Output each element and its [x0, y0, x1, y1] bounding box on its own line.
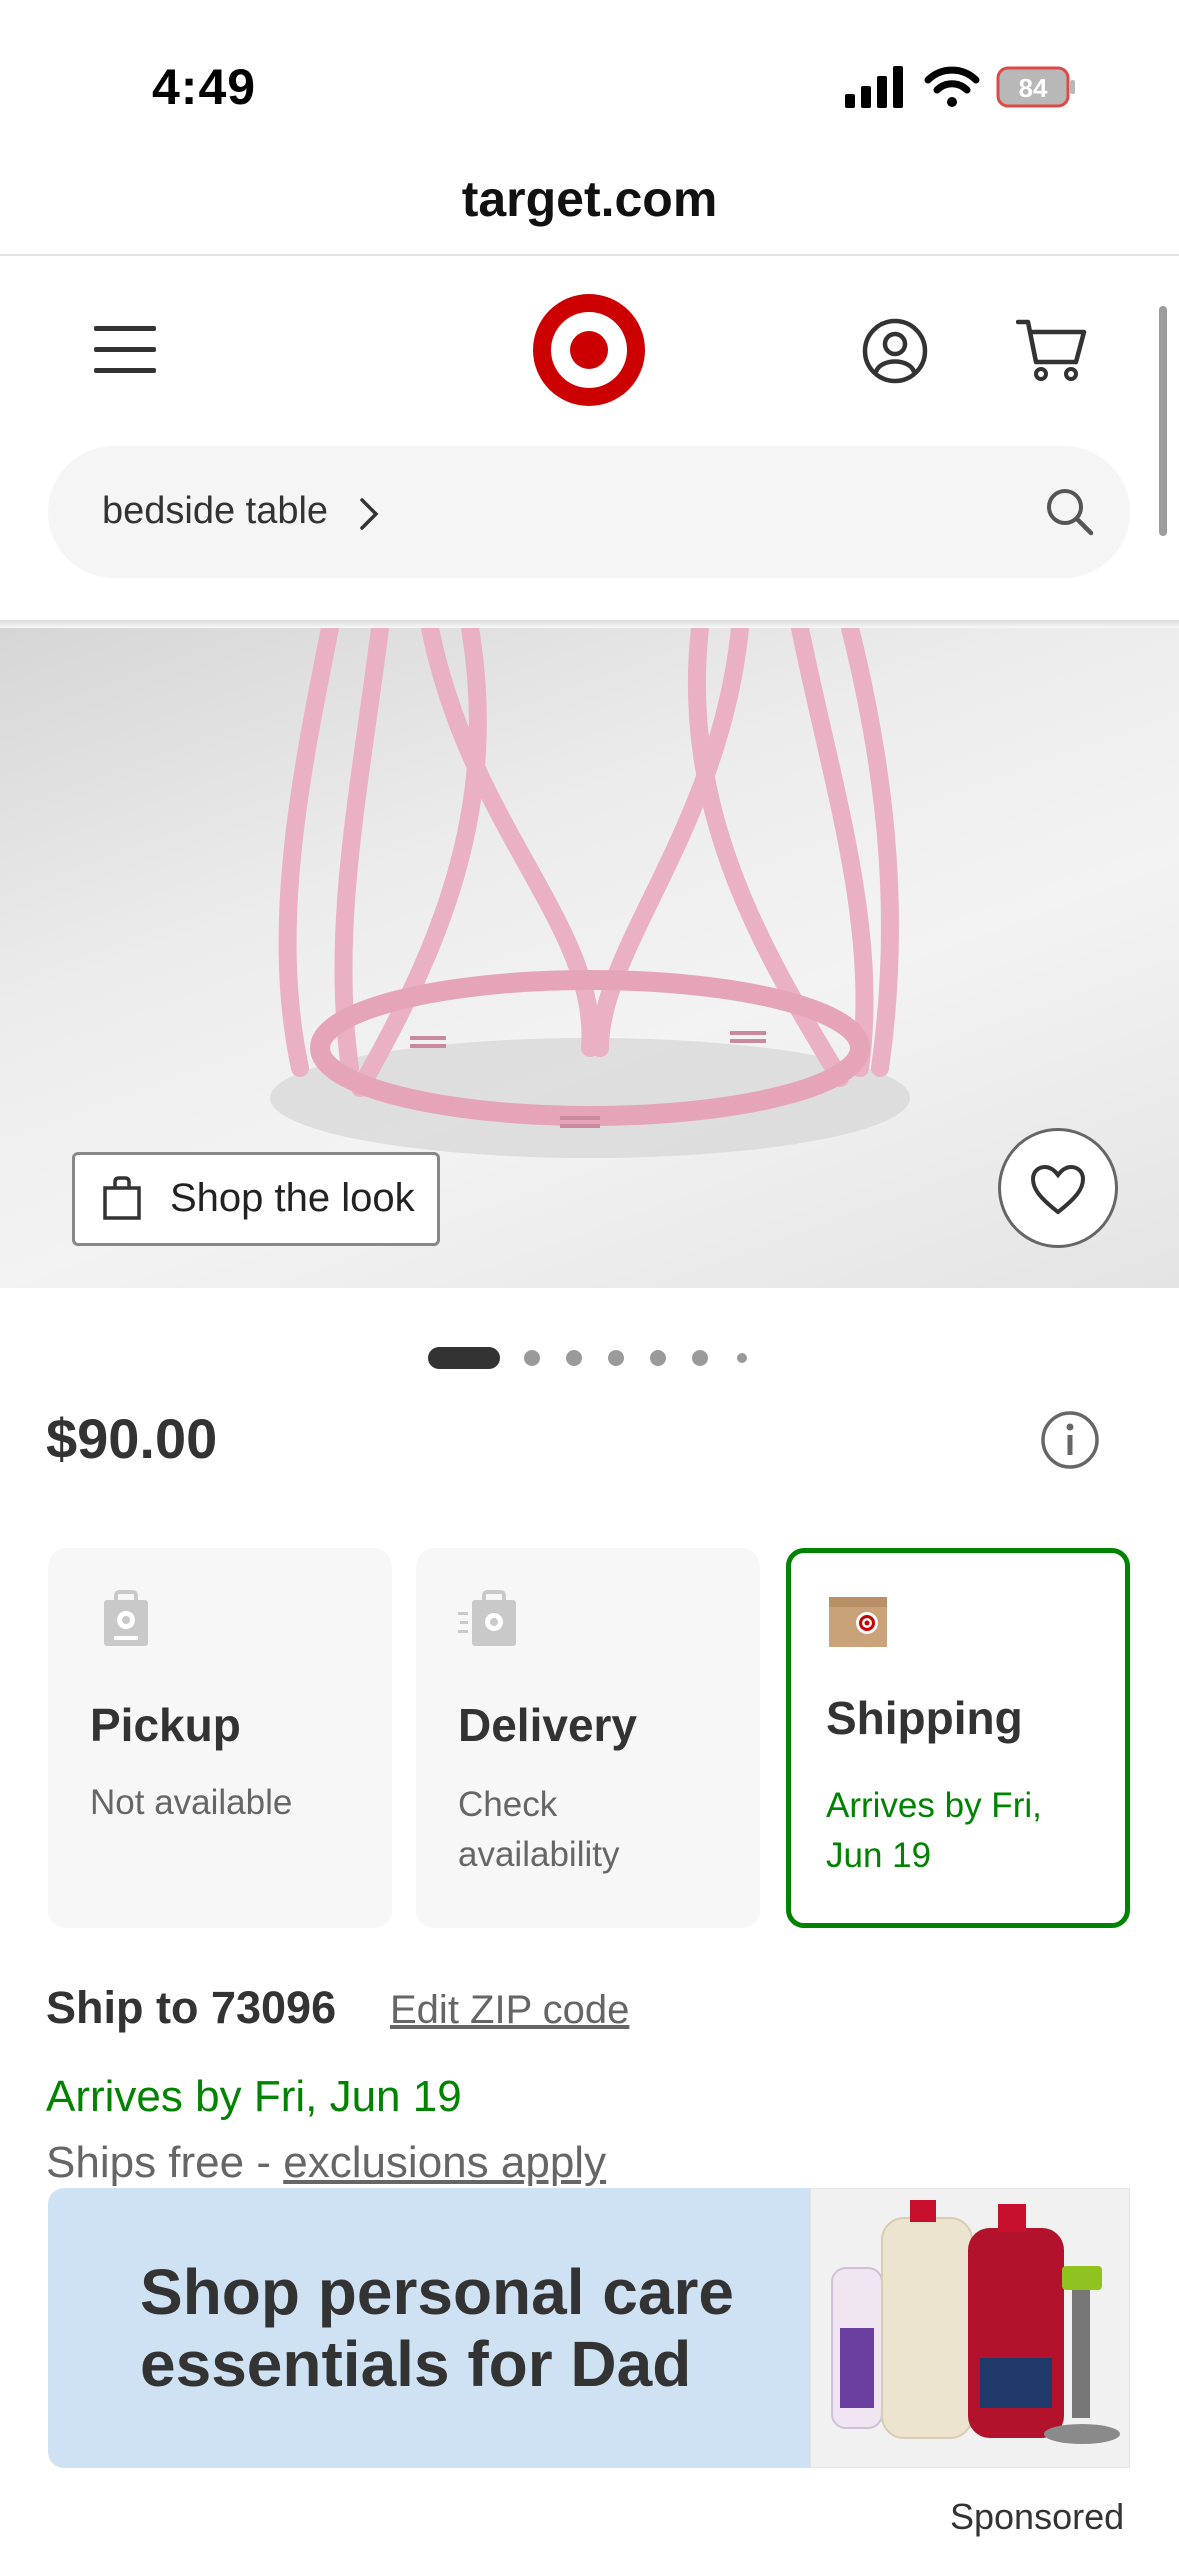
carousel-dot[interactable]: [524, 1350, 540, 1366]
ad-headline-line1: Shop personal care: [140, 2256, 734, 2328]
ships-free-prefix: Ships free -: [46, 2138, 284, 2187]
carousel-dot[interactable]: [737, 1353, 747, 1363]
search-query[interactable]: bedside table: [102, 490, 328, 533]
shipping-option-card[interactable]: Shipping Arrives by Fri, Jun 19: [786, 1548, 1130, 1928]
carousel-dot-active[interactable]: [428, 1347, 500, 1369]
delivery-title: Delivery: [458, 1699, 638, 1751]
carousel-dot[interactable]: [692, 1350, 708, 1366]
ships-free-text: Ships free - exclusions apply: [46, 2138, 606, 2188]
ad-headline-line2: essentials for Dad: [140, 2328, 692, 2400]
ship-to-zip: Ship to 73096: [46, 1982, 337, 2033]
ad-headline: Shop personal care essentials for Dad: [140, 2256, 820, 2400]
info-icon[interactable]: [1040, 1410, 1100, 1470]
status-time: 4:49: [152, 59, 257, 115]
battery-level: 84: [1019, 73, 1048, 103]
carousel-dot[interactable]: [566, 1350, 582, 1366]
delivery-bag-icon: [458, 1590, 516, 1646]
cart-icon[interactable]: [1016, 316, 1088, 384]
edit-zip-link[interactable]: Edit ZIP code: [390, 1988, 629, 2033]
personal-care-products-image: [810, 2188, 1130, 2468]
scrollbar[interactable]: [1159, 306, 1167, 536]
arrival-date: Arrives by Fri, Jun 19: [46, 2072, 462, 2121]
divider: [0, 254, 1179, 256]
pickup-status: Not available: [90, 1783, 293, 1822]
shopping-bag-icon: [103, 1176, 141, 1220]
battery-icon: 84: [996, 66, 1075, 108]
shipping-status-line1: Arrives by Fri,: [826, 1786, 1042, 1825]
delivery-status-line2: availability: [458, 1835, 620, 1874]
search-icon[interactable]: [1044, 486, 1094, 536]
delivery-option-card[interactable]: Delivery Check availability: [416, 1548, 760, 1928]
url-bar[interactable]: target.com: [0, 170, 1179, 228]
carousel-dot[interactable]: [650, 1350, 666, 1366]
shipping-title: Shipping: [826, 1692, 1023, 1744]
account-icon[interactable]: [862, 318, 928, 384]
signal-icon: [845, 66, 903, 108]
shop-the-look-label: Shop the look: [170, 1176, 415, 1220]
hamburger-menu-icon[interactable]: [92, 320, 160, 380]
heart-icon: [1030, 1164, 1086, 1215]
store-pickup-icon: [104, 1590, 148, 1646]
target-logo-icon[interactable]: [532, 293, 646, 407]
shipping-box-icon: [829, 1597, 887, 1647]
product-price: $90.00: [46, 1407, 218, 1470]
carousel-dot[interactable]: [608, 1350, 624, 1366]
wifi-icon: [924, 66, 980, 107]
shipping-status-line2: Jun 19: [826, 1836, 932, 1875]
delivery-status-line1: Check: [458, 1785, 558, 1824]
chevron-right-icon: [360, 498, 379, 530]
pickup-option-card[interactable]: Pickup Not available: [48, 1548, 392, 1928]
sponsored-label: Sponsored: [950, 2496, 1125, 2537]
exclusions-link[interactable]: exclusions apply: [283, 2138, 606, 2187]
pickup-title: Pickup: [90, 1699, 241, 1751]
